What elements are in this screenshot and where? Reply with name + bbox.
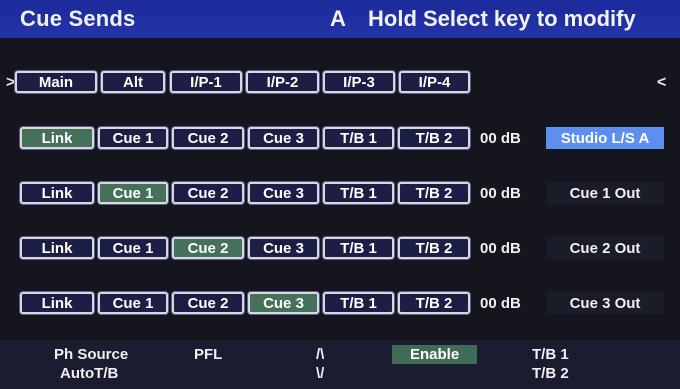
row-1-t-b-2-button[interactable]: T/B 2 (398, 127, 470, 149)
row-4-cue-2-button[interactable]: Cue 2 (172, 292, 244, 314)
row-1-destination[interactable]: Studio L/S A (546, 127, 664, 149)
cue-sends-screen: Cue Sends A Hold Select key to modify > … (0, 0, 680, 389)
page-title: Cue Sends (20, 6, 136, 31)
row-4-cue-3-button[interactable]: Cue 3 (248, 292, 319, 314)
row-2-destination[interactable]: Cue 1 Out (546, 182, 664, 204)
tab-i-p-3[interactable]: I/P-3 (323, 71, 395, 93)
row-3-cue-1-button[interactable]: Cue 1 (98, 237, 168, 259)
page-indicator: A (330, 6, 346, 31)
hint-text: Hold Select key to modify (368, 6, 636, 31)
tab-i-p-2[interactable]: I/P-2 (246, 71, 319, 93)
row-4-destination[interactable]: Cue 3 Out (546, 292, 664, 314)
enable-key[interactable]: Enable (392, 345, 478, 364)
nav-left-arrow-icon[interactable]: > (6, 74, 15, 92)
row-2-level[interactable]: 00 dB (480, 185, 521, 202)
tab-i-p-4[interactable]: I/P-4 (399, 71, 470, 93)
ph-source-key[interactable]: Ph Source (54, 346, 128, 363)
row-2-link-button[interactable]: Link (20, 182, 94, 204)
down-arrow-icon[interactable]: \/ (316, 365, 324, 382)
row-4-cue-1-button[interactable]: Cue 1 (98, 292, 168, 314)
row-1-level[interactable]: 00 dB (480, 130, 521, 147)
auto-tb-key[interactable]: AutoT/B (60, 365, 118, 382)
row-4-t-b-1-button[interactable]: T/B 1 (323, 292, 394, 314)
row-3-destination[interactable]: Cue 2 Out (546, 237, 664, 259)
row-4-t-b-2-button[interactable]: T/B 2 (398, 292, 470, 314)
tb1-key[interactable]: T/B 1 (532, 346, 569, 363)
row-3-level[interactable]: 00 dB (480, 240, 521, 257)
row-2-t-b-1-button[interactable]: T/B 1 (323, 182, 394, 204)
row-2-cue-1-button[interactable]: Cue 1 (98, 182, 168, 204)
softkey-bar: Ph Source AutoT/B PFL /\ \/ Enable T/B 1… (0, 340, 680, 389)
row-3-cue-2-button[interactable]: Cue 2 (172, 237, 244, 259)
header-bar: Cue Sends A Hold Select key to modify (0, 0, 680, 38)
up-arrow-icon[interactable]: /\ (316, 346, 324, 363)
row-3-t-b-1-button[interactable]: T/B 1 (323, 237, 394, 259)
pfl-key[interactable]: PFL (194, 346, 222, 363)
nav-right-arrow-icon[interactable]: < (657, 74, 666, 92)
row-2-cue-2-button[interactable]: Cue 2 (172, 182, 244, 204)
row-1-link-button[interactable]: Link (20, 127, 94, 149)
row-2-cue-3-button[interactable]: Cue 3 (248, 182, 319, 204)
row-1-cue-3-button[interactable]: Cue 3 (248, 127, 319, 149)
tab-i-p-1[interactable]: I/P-1 (170, 71, 242, 93)
row-2-t-b-2-button[interactable]: T/B 2 (398, 182, 470, 204)
row-1-cue-1-button[interactable]: Cue 1 (98, 127, 168, 149)
tab-alt[interactable]: Alt (101, 71, 165, 93)
row-3-cue-3-button[interactable]: Cue 3 (248, 237, 319, 259)
row-1-t-b-1-button[interactable]: T/B 1 (323, 127, 394, 149)
row-1-cue-2-button[interactable]: Cue 2 (172, 127, 244, 149)
tab-main[interactable]: Main (15, 71, 97, 93)
row-3-link-button[interactable]: Link (20, 237, 94, 259)
row-4-level[interactable]: 00 dB (480, 295, 521, 312)
row-3-t-b-2-button[interactable]: T/B 2 (398, 237, 470, 259)
row-4-link-button[interactable]: Link (20, 292, 94, 314)
tb2-key[interactable]: T/B 2 (532, 365, 569, 382)
